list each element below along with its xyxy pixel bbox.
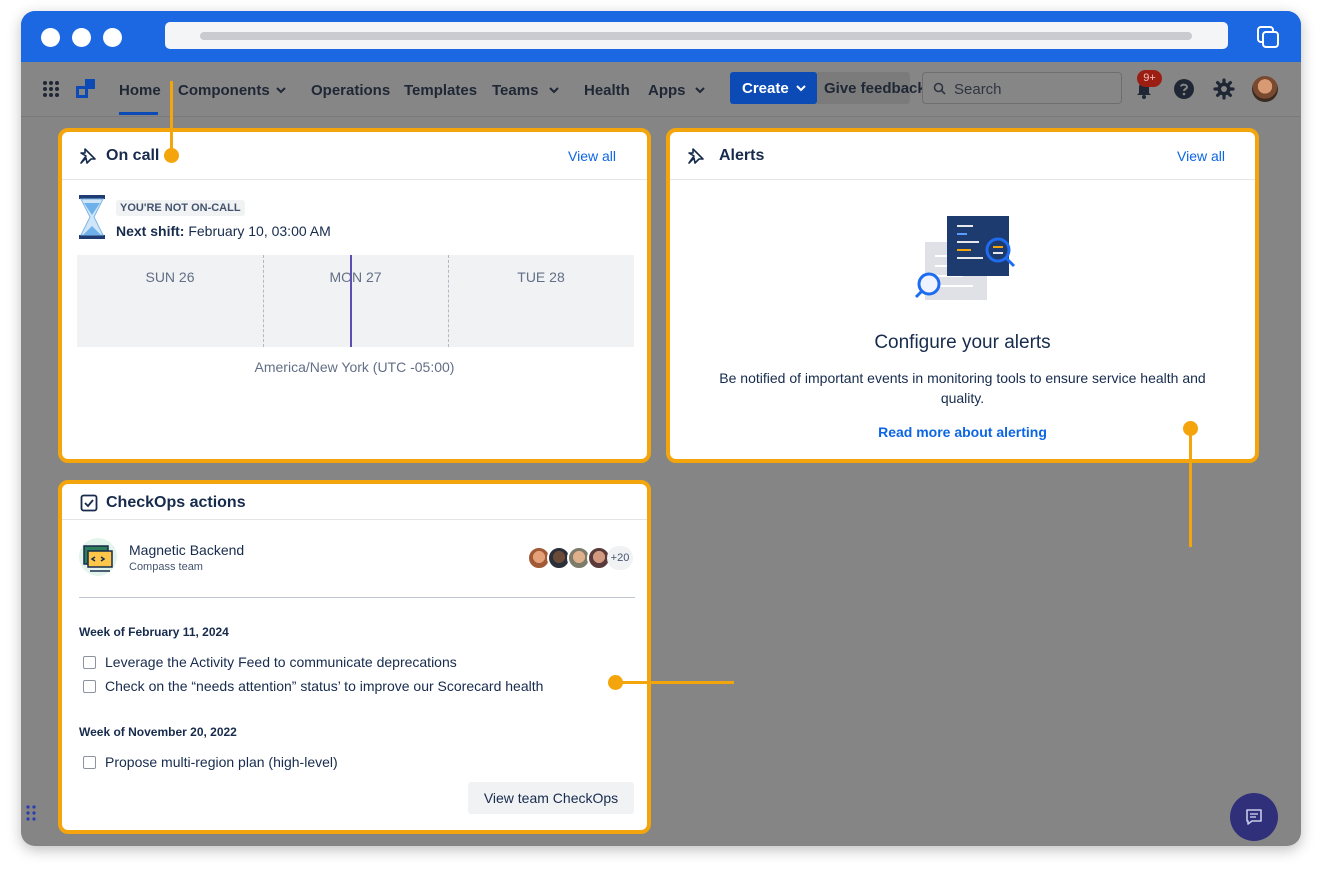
- callout-dot: [164, 148, 179, 163]
- alerts-description: Be notified of important events in monit…: [719, 370, 1206, 406]
- team-avatar-icon[interactable]: [78, 537, 118, 577]
- active-tab-indicator: [119, 112, 158, 115]
- callout-line: [615, 681, 734, 684]
- give-feedback-button[interactable]: Give feedback: [808, 72, 926, 104]
- address-bar[interactable]: [165, 22, 1228, 49]
- next-shift-label: Next shift:: [116, 223, 185, 239]
- checkops-title: CheckOps actions: [106, 494, 246, 511]
- week-heading: Week of February 11, 2024: [79, 625, 229, 639]
- hourglass-icon: [79, 195, 105, 239]
- alerts-card: Alerts View all Configure your alerts Be…: [666, 128, 1259, 463]
- browser-window: Home Components Operations Templates Tea…: [21, 11, 1301, 846]
- team-members[interactable]: +20: [527, 546, 637, 570]
- card-divider: [62, 519, 647, 520]
- timeline-day-label: MON 27: [329, 269, 382, 285]
- alerts-view-all-link[interactable]: View all: [1177, 148, 1225, 164]
- app-switcher-icon[interactable]: [42, 80, 60, 98]
- member-overflow-count[interactable]: +20: [607, 546, 633, 570]
- chevron-down-icon[interactable]: [548, 85, 560, 95]
- card-divider: [670, 179, 1255, 180]
- nav-item-teams[interactable]: Teams: [492, 82, 538, 99]
- task-checkbox[interactable]: [83, 680, 96, 693]
- pin-icon: [80, 148, 96, 164]
- compass-logo-icon[interactable]: [76, 79, 95, 98]
- task-checkbox[interactable]: [83, 656, 96, 669]
- create-button[interactable]: Create: [730, 72, 817, 104]
- window-close-button[interactable]: [41, 28, 60, 47]
- task-label: Leverage the Activity Feed to communicat…: [105, 654, 457, 670]
- read-more-alerting-link[interactable]: Read more about alerting: [670, 424, 1255, 440]
- alerts-title: Alerts: [719, 147, 765, 164]
- alerts-illustration-icon: [914, 216, 1016, 300]
- team-type: Compass team: [129, 561, 203, 573]
- give-feedback-label: Give feedback: [824, 80, 926, 97]
- nav-item-operations[interactable]: Operations: [311, 82, 390, 99]
- help-icon[interactable]: [1173, 78, 1195, 100]
- drag-handle-icon[interactable]: [26, 805, 36, 821]
- timeline-day-divider: [263, 255, 264, 347]
- week-heading: Week of November 20, 2022: [79, 725, 237, 739]
- search-icon: [933, 82, 946, 95]
- alerts-heading: Configure your alerts: [874, 332, 1051, 353]
- timeline-day-label: SUN 26: [145, 269, 195, 285]
- team-name[interactable]: Magnetic Backend: [129, 542, 244, 558]
- create-label: Create: [742, 80, 789, 97]
- browser-titlebar: [21, 11, 1301, 62]
- window-maximize-button[interactable]: [103, 28, 122, 47]
- top-navigation: Home Components Operations Templates Tea…: [21, 62, 1301, 117]
- task-label: Check on the “needs attention” status’ t…: [105, 678, 544, 694]
- chat-icon: [1246, 809, 1262, 825]
- on-call-title: On call: [106, 147, 160, 164]
- callout-dot: [608, 675, 623, 690]
- on-call-status-tag: YOU'RE NOT ON-CALL: [116, 200, 245, 216]
- timeline-day: TUE 28: [448, 255, 634, 347]
- search-placeholder: Search: [954, 81, 1002, 98]
- checkops-card: CheckOps actions Magnetic Backend Compas…: [58, 480, 651, 834]
- task-checkbox[interactable]: [83, 756, 96, 769]
- callout-line: [170, 81, 173, 156]
- team-divider: [79, 597, 635, 598]
- callout-dot: [1183, 421, 1198, 436]
- current-time-marker: [350, 255, 352, 347]
- next-shift-value: February 10, 03:00 AM: [188, 223, 331, 239]
- notification-badge: 9+: [1137, 70, 1162, 87]
- pin-icon: [688, 148, 704, 164]
- chat-button[interactable]: [1230, 793, 1278, 841]
- chevron-down-icon[interactable]: [694, 85, 706, 95]
- window-minimize-button[interactable]: [72, 28, 91, 47]
- chevron-down-icon[interactable]: [275, 85, 287, 95]
- nav-item-apps[interactable]: Apps: [648, 82, 686, 99]
- checkbox-checked-icon: [80, 494, 98, 512]
- settings-gear-icon[interactable]: [1213, 78, 1235, 100]
- user-avatar[interactable]: [1252, 76, 1278, 102]
- nav-item-components[interactable]: Components: [178, 82, 270, 99]
- timeline-day-label: TUE 28: [517, 269, 565, 285]
- on-call-timeline: SUN 26 MON 27 TUE 28: [77, 255, 634, 347]
- tabs-icon[interactable]: [1255, 24, 1281, 50]
- callout-line: [1189, 429, 1192, 547]
- on-call-card: On call View all YOU'RE NOT ON-CALL Next…: [58, 128, 651, 463]
- on-call-view-all-link[interactable]: View all: [568, 148, 616, 164]
- view-team-checkops-button[interactable]: View team CheckOps: [468, 782, 634, 814]
- task-label: Propose multi-region plan (high-level): [105, 754, 338, 770]
- nav-item-health[interactable]: Health: [584, 82, 630, 99]
- chevron-down-icon: [796, 85, 806, 92]
- next-shift: Next shift: February 10, 03:00 AM: [116, 223, 331, 239]
- timeline-day-divider: [448, 255, 449, 347]
- nav-item-templates[interactable]: Templates: [404, 82, 477, 99]
- timeline-day: MON 27: [263, 255, 448, 347]
- timeline-day: SUN 26: [77, 255, 263, 347]
- nav-item-home[interactable]: Home: [119, 82, 161, 99]
- timezone-label: America/New York (UTC -05:00): [254, 359, 455, 375]
- search-input[interactable]: Search: [922, 72, 1122, 104]
- address-placeholder-bar: [200, 32, 1192, 40]
- card-divider: [62, 179, 647, 180]
